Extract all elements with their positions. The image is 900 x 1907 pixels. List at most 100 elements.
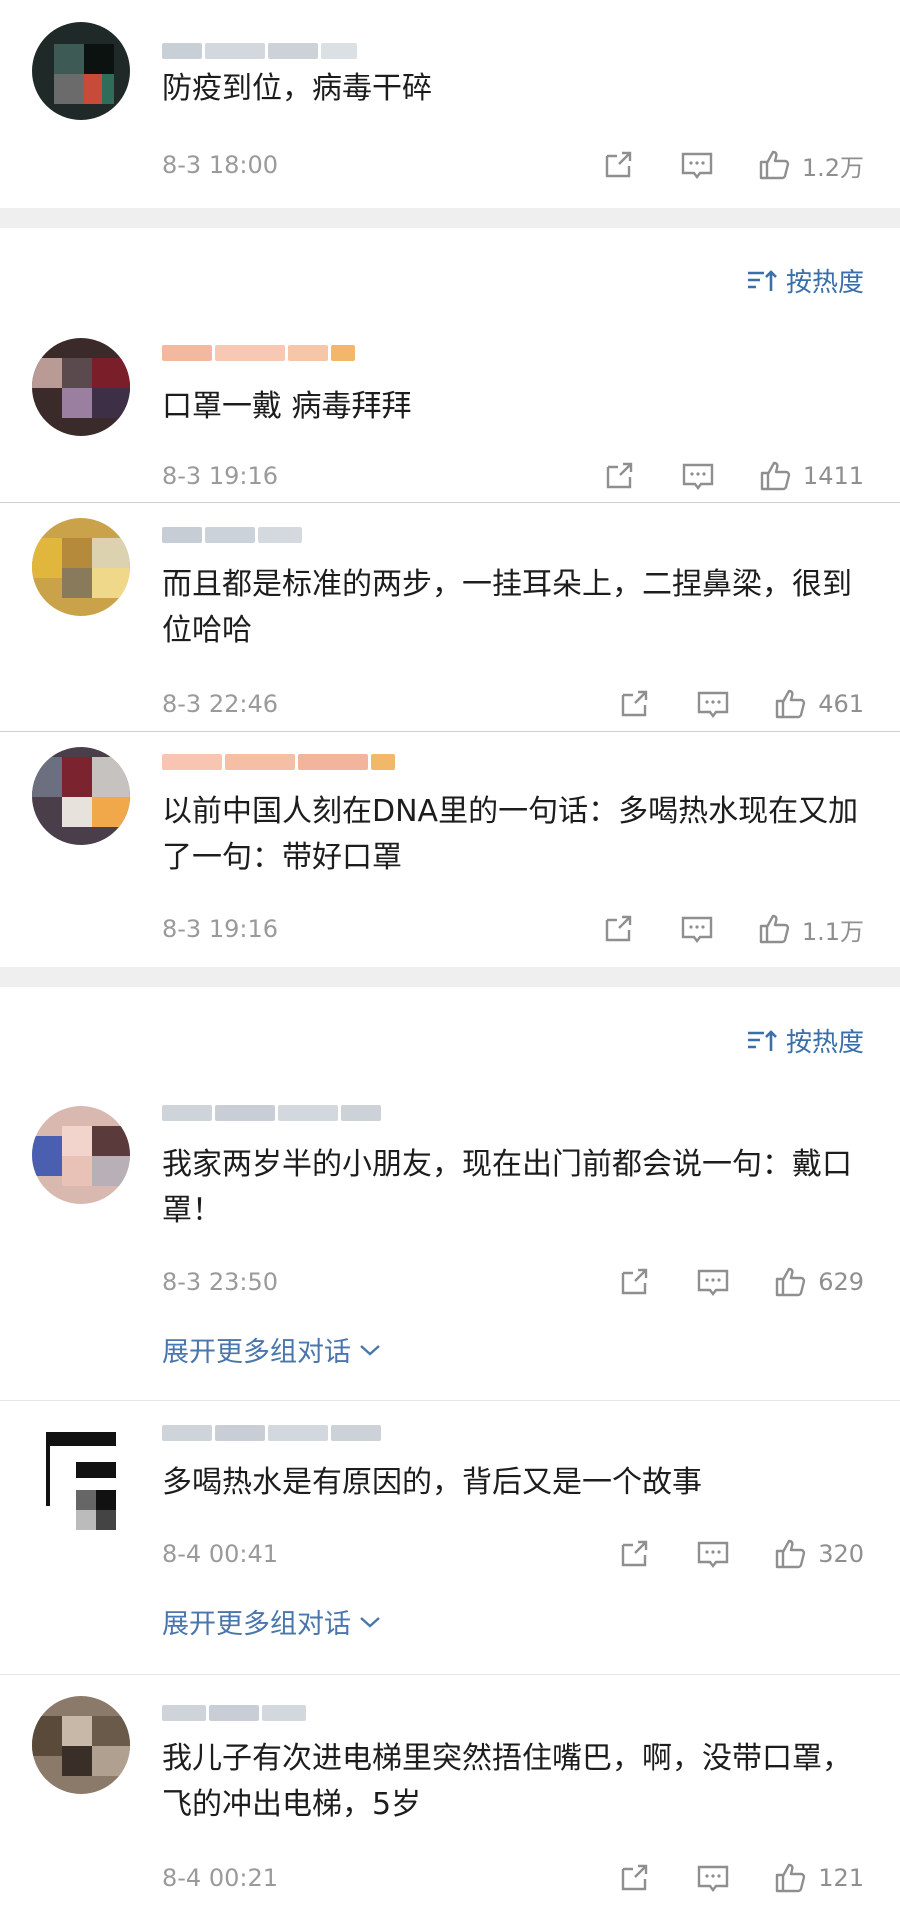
chevron-down-icon bbox=[360, 1344, 380, 1356]
username-blurred[interactable] bbox=[162, 340, 372, 366]
comment-button[interactable] bbox=[696, 1266, 730, 1298]
expand-conversations-link[interactable]: 展开更多组对话 bbox=[162, 1330, 381, 1369]
share-icon bbox=[621, 1864, 648, 1891]
like-count: 121 bbox=[818, 1864, 864, 1892]
chevron-down-icon bbox=[360, 1616, 380, 1628]
comment-text: 防疫到位，病毒干碎 bbox=[162, 71, 432, 106]
comment-time: 8-4 00:21 bbox=[162, 1864, 278, 1892]
sort-icon bbox=[747, 269, 777, 291]
comment-icon bbox=[697, 1541, 729, 1568]
username-blurred[interactable] bbox=[162, 1100, 402, 1126]
divider bbox=[0, 1674, 900, 1675]
comment-time: 8-3 18:00 bbox=[162, 151, 278, 179]
comment-button[interactable] bbox=[696, 1538, 730, 1570]
like-button[interactable]: 629 bbox=[774, 1266, 864, 1298]
share-icon bbox=[606, 462, 633, 489]
comment-meta: 8-3 19:16 1.1万 bbox=[162, 911, 864, 947]
comment-item: 多喝热水是有原因的，背后又是一个故事 8-4 00:41 320 展开更多组对话 bbox=[0, 1402, 900, 1674]
avatar[interactable] bbox=[32, 1106, 130, 1204]
thumbs-up-icon bbox=[775, 1863, 806, 1893]
like-count: 461 bbox=[818, 690, 864, 718]
comment-button[interactable] bbox=[680, 913, 714, 945]
username-blurred[interactable] bbox=[162, 1420, 402, 1446]
comment-icon bbox=[697, 1269, 729, 1296]
comment-icon bbox=[681, 152, 713, 179]
like-button[interactable]: 461 bbox=[774, 688, 864, 720]
avatar[interactable] bbox=[32, 747, 130, 845]
comment-text: 以前中国人刻在DNA里的一句话：多喝热水现在又加了一句：带好口罩 bbox=[162, 794, 859, 875]
comment-time: 8-3 22:46 bbox=[162, 690, 278, 718]
comment-item: 我儿子有次进电梯里突然捂住嘴巴，啊，没带口罩，飞的冲出电梯，5岁 8-4 00:… bbox=[0, 1676, 900, 1907]
share-icon bbox=[621, 1540, 648, 1567]
sort-icon bbox=[747, 1029, 777, 1051]
sort-button[interactable]: 按热度 bbox=[746, 262, 864, 299]
comment-time: 8-3 19:16 bbox=[162, 462, 278, 490]
comment-icon bbox=[681, 916, 713, 943]
like-count: 320 bbox=[818, 1540, 864, 1568]
avatar[interactable] bbox=[32, 1696, 130, 1794]
share-button[interactable] bbox=[618, 1538, 652, 1570]
comment-button[interactable] bbox=[681, 460, 715, 492]
avatar[interactable] bbox=[32, 22, 130, 120]
thumbs-up-icon bbox=[759, 914, 790, 944]
comment-meta: 8-3 22:46 461 bbox=[162, 686, 864, 722]
avatar[interactable] bbox=[32, 338, 130, 436]
username-blurred[interactable] bbox=[162, 1700, 322, 1726]
comment-time: 8-4 00:41 bbox=[162, 1540, 278, 1568]
like-button[interactable]: 1.1万 bbox=[758, 912, 864, 947]
divider bbox=[0, 502, 900, 503]
avatar[interactable] bbox=[32, 518, 130, 616]
share-button[interactable] bbox=[603, 460, 637, 492]
thumbs-up-icon bbox=[760, 461, 791, 491]
comment-meta: 8-4 00:21 121 bbox=[162, 1860, 864, 1896]
section-separator bbox=[0, 967, 900, 987]
comment-icon bbox=[697, 691, 729, 718]
comment-meta: 8-4 00:41 320 bbox=[162, 1536, 864, 1572]
comment-button[interactable] bbox=[696, 688, 730, 720]
comment-item: 我家两岁半的小朋友，现在出门前都会说一句：戴口罩！ 8-3 23:50 629 … bbox=[0, 1080, 900, 1380]
thumbs-up-icon bbox=[775, 1539, 806, 1569]
like-count: 1411 bbox=[802, 462, 864, 490]
like-count: 1.2万 bbox=[801, 153, 864, 182]
thumbs-up-icon bbox=[759, 150, 790, 180]
section-separator bbox=[0, 208, 900, 228]
username-blurred[interactable] bbox=[162, 522, 322, 548]
divider bbox=[0, 731, 900, 732]
sort-button[interactable]: 按热度 bbox=[746, 1022, 864, 1059]
comment-button[interactable] bbox=[680, 149, 714, 181]
thumbs-up-icon bbox=[775, 689, 806, 719]
share-button[interactable] bbox=[618, 1266, 652, 1298]
share-icon bbox=[621, 690, 648, 717]
sort-label: 按热度 bbox=[785, 1028, 864, 1058]
sort-label: 按热度 bbox=[785, 268, 864, 298]
comment-text: 我儿子有次进电梯里突然捂住嘴巴，啊，没带口罩，飞的冲出电梯，5岁 bbox=[162, 1741, 852, 1822]
share-button[interactable] bbox=[602, 913, 636, 945]
share-button[interactable] bbox=[602, 149, 636, 181]
comment-text: 口罩一戴 病毒拜拜 bbox=[162, 389, 412, 424]
like-button[interactable]: 1.2万 bbox=[758, 148, 864, 183]
expand-label: 展开更多组对话 bbox=[162, 1609, 351, 1640]
expand-conversations-link[interactable]: 展开更多组对话 bbox=[162, 1602, 381, 1641]
like-button[interactable]: 121 bbox=[774, 1862, 864, 1894]
username-blurred[interactable] bbox=[162, 749, 432, 775]
comment-text: 我家两岁半的小朋友，现在出门前都会说一句：戴口罩！ bbox=[162, 1147, 852, 1228]
share-icon bbox=[605, 915, 632, 942]
comment-item: 防疫到位，病毒干碎 8-3 18:00 1.2万 bbox=[0, 0, 900, 210]
comment-item: 口罩一戴 病毒拜拜 8-3 19:16 1411 bbox=[0, 320, 900, 500]
comment-time: 8-3 19:16 bbox=[162, 915, 278, 943]
comment-button[interactable] bbox=[696, 1862, 730, 1894]
avatar[interactable] bbox=[32, 1432, 130, 1530]
like-button[interactable]: 320 bbox=[774, 1538, 864, 1570]
comment-text: 多喝热水是有原因的，背后又是一个故事 bbox=[162, 1465, 702, 1500]
comment-item: 而且都是标准的两步，一挂耳朵上，二捏鼻梁，很到位哈哈 8-3 22:46 461 bbox=[0, 504, 900, 730]
username-blurred[interactable] bbox=[162, 38, 382, 64]
comment-item: 以前中国人刻在DNA里的一句话：多喝热水现在又加了一句：带好口罩 8-3 19:… bbox=[0, 733, 900, 965]
share-button[interactable] bbox=[618, 688, 652, 720]
comment-text: 而且都是标准的两步，一挂耳朵上，二捏鼻梁，很到位哈哈 bbox=[162, 567, 852, 648]
share-button[interactable] bbox=[618, 1862, 652, 1894]
like-button[interactable]: 1411 bbox=[759, 460, 864, 492]
comment-icon bbox=[682, 463, 714, 490]
comment-meta: 8-3 19:16 1411 bbox=[162, 458, 864, 494]
share-icon bbox=[621, 1268, 648, 1295]
divider bbox=[0, 1400, 900, 1401]
